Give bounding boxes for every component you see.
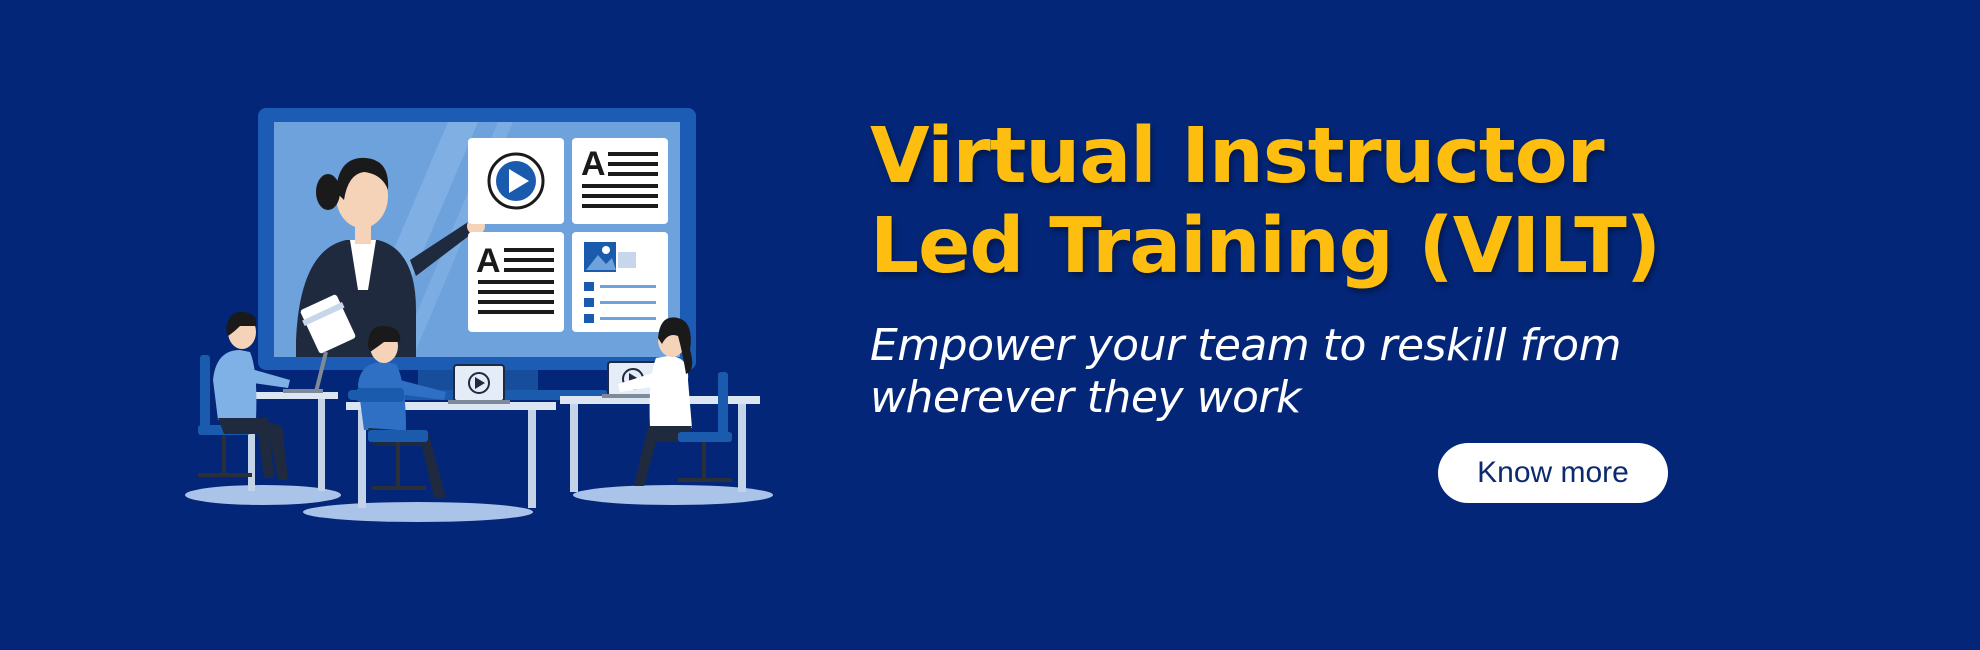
article-icon: A — [581, 145, 606, 183]
laptop — [448, 364, 510, 404]
hero-copy: Virtual Instructor Led Training (VILT) E… — [870, 112, 1770, 424]
article-card: A — [572, 138, 668, 224]
virtual-classroom-illustration: A A — [185, 108, 773, 522]
article-card: A — [468, 232, 564, 332]
play-card — [468, 138, 564, 224]
headline: Virtual Instructor Led Training (VILT) — [870, 112, 1770, 292]
hero-banner: A A Virtual Instructor Led Training (VIL… — [0, 0, 1980, 650]
article-icon: A — [476, 242, 501, 280]
headline-line-1: Virtual Instructor — [870, 112, 1605, 201]
know-more-button[interactable]: Know more — [1438, 443, 1668, 503]
image-list-card — [572, 232, 668, 332]
subheadline-line-1: Empower your team to reskill from — [870, 320, 1621, 371]
floor-shadow — [303, 502, 533, 522]
subheadline-line-2: wherever they work — [870, 372, 1302, 423]
subheadline: Empower your team to reskill from wherev… — [870, 320, 1770, 424]
headline-line-2: Led Training (VILT) — [870, 202, 1661, 291]
floor-shadow — [185, 485, 341, 505]
